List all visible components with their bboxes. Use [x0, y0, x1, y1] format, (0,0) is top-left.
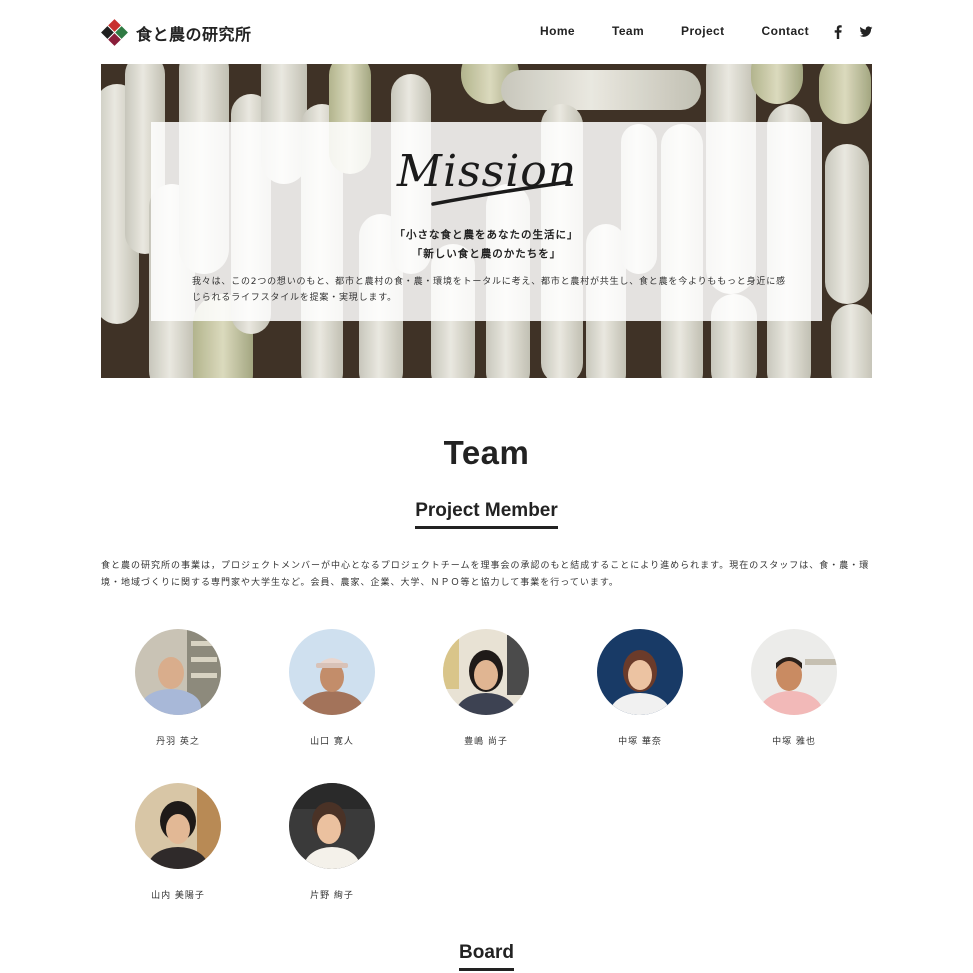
- member-photo: [135, 629, 221, 715]
- member-card[interactable]: 豊嶋 尚子: [426, 629, 546, 747]
- project-member-heading: Project Member: [0, 494, 973, 529]
- nav-project[interactable]: Project: [681, 24, 724, 38]
- member-card[interactable]: 片野 絢子: [272, 783, 392, 901]
- team-intro: 食と農の研究所の事業は，プロジェクトメンバーが中心となるプロジェクトチームを理事…: [101, 561, 870, 588]
- member-card[interactable]: 中塚 雅也: [734, 629, 854, 747]
- mission-panel: Mission 「小さな食と農をあなたの生活に」 「新しい食と農のかたちを」 我…: [151, 122, 822, 321]
- site-header: 食と農の研究所 Home Team Project Contact: [0, 0, 973, 64]
- main-nav: Home Team Project Contact: [540, 24, 873, 39]
- member-photo: [597, 629, 683, 715]
- member-card[interactable]: 丹羽 英之: [118, 629, 238, 747]
- nav-team[interactable]: Team: [612, 24, 644, 38]
- mission-tagline: 「小さな食と農をあなたの生活に」 「新しい食と農のかたちを」: [151, 226, 822, 264]
- member-name: 山口 寛人: [310, 737, 354, 747]
- member-photo: [751, 629, 837, 715]
- board-heading: Board: [0, 936, 973, 971]
- mission-hero: Mission 「小さな食と農をあなたの生活に」 「新しい食と農のかたちを」 我…: [101, 64, 872, 378]
- member-name: 丹羽 英之: [156, 737, 200, 747]
- member-card[interactable]: 山内 美陽子: [118, 783, 238, 901]
- mission-heading: Mission: [396, 146, 577, 206]
- mission-body: 我々は、この2つの想いのもと、都市と農村の食・農・環境をトータルに考え、都市と農…: [192, 277, 786, 303]
- nav-home[interactable]: Home: [540, 24, 575, 38]
- logo-text: 食と農の研究所: [136, 24, 252, 44]
- svg-text:Mission: Mission: [396, 146, 577, 197]
- mission-line-2: 「新しい食と農のかたちを」: [411, 248, 562, 260]
- site-logo[interactable]: 食と農の研究所: [101, 19, 252, 46]
- member-name: 片野 絢子: [310, 891, 354, 901]
- social-links: [831, 24, 873, 39]
- team-title: Team: [443, 434, 530, 471]
- member-photo: [289, 783, 375, 869]
- member-name: 中塚 華奈: [618, 737, 662, 747]
- member-photo: [443, 629, 529, 715]
- member-card[interactable]: 中塚 華奈: [580, 629, 700, 747]
- member-card[interactable]: 山口 寛人: [272, 629, 392, 747]
- mission-line-1: 「小さな食と農をあなたの生活に」: [394, 229, 579, 241]
- member-name: 山内 美陽子: [151, 891, 205, 901]
- member-photo: [289, 629, 375, 715]
- nav-contact[interactable]: Contact: [762, 24, 809, 38]
- logo-mark-icon: [101, 19, 128, 46]
- member-photo: [135, 783, 221, 869]
- twitter-icon[interactable]: [859, 24, 873, 38]
- member-name: 中塚 雅也: [772, 737, 816, 747]
- facebook-icon[interactable]: [831, 24, 845, 39]
- member-name: 豊嶋 尚子: [464, 737, 508, 747]
